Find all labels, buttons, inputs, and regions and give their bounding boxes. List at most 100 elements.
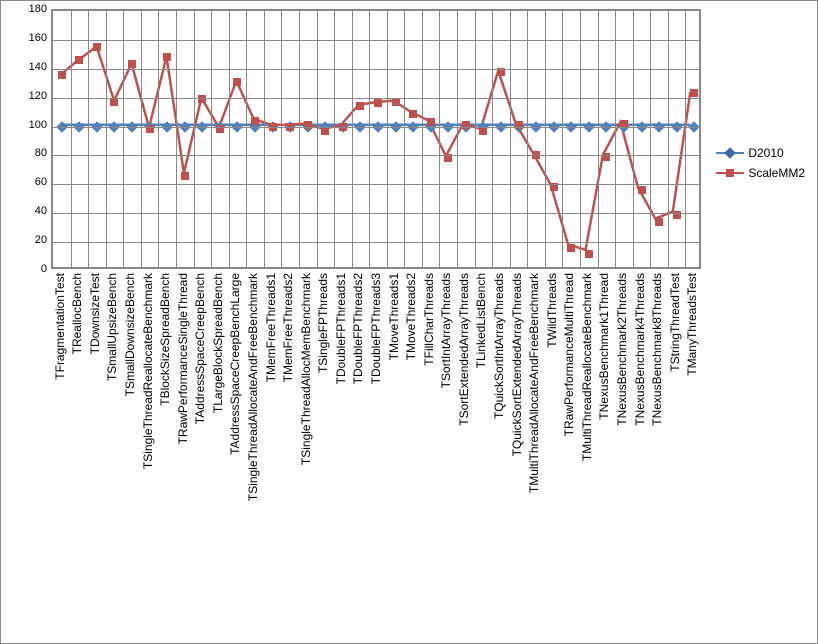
x-axis-tick: TMultiThreadReallocateBenchmark [580, 273, 594, 461]
square-icon [128, 60, 136, 68]
x-axis-tick: TSingleThreadAllocMemBenchmark [299, 273, 313, 465]
gridline-v [334, 11, 335, 267]
x-axis-tick: TFragmentationTest [53, 273, 67, 380]
gridline-v [369, 11, 370, 267]
gridline-v [158, 11, 159, 267]
square-icon [251, 117, 259, 125]
x-axis-tick: TSortExtendedArrayThreads [457, 273, 471, 426]
gridline-h [53, 98, 699, 99]
gridline-v [633, 11, 634, 267]
gridline-v [352, 11, 353, 267]
square-icon [585, 250, 593, 258]
x-axis-tick: TManyThreadsTest [685, 273, 699, 376]
gridline-h [53, 213, 699, 214]
x-axis-tick: TNexusBenchmark2Threads [615, 273, 629, 426]
x-axis-tick: TAddressSpaceCreepBench [193, 273, 207, 424]
square-icon [602, 153, 610, 161]
x-axis-tick: TMemFreeThreads1 [264, 273, 278, 382]
gridline-v [281, 11, 282, 267]
legend: D2010 ScaleMM2 [716, 146, 805, 186]
square-icon [304, 121, 312, 129]
gridline-h [53, 127, 699, 128]
gridline-v [439, 11, 440, 267]
square-icon [163, 53, 171, 61]
gridline-v [317, 11, 318, 267]
square-icon [58, 71, 66, 79]
series-lines [53, 11, 699, 267]
gridline-v [299, 11, 300, 267]
x-axis-tick: TSingleThreadReallocateBenchmark [141, 273, 155, 469]
gridline-h [53, 69, 699, 70]
x-axis-tick: TBlockSizeSpreadBench [158, 273, 172, 406]
gridline-v [527, 11, 528, 267]
x-axis-tick: TSmallUpsizeBench [105, 273, 119, 381]
y-axis-tick: 140 [21, 61, 47, 73]
x-axis-tick: TMultiThreadAllocateAndFreeBenchmark [527, 273, 541, 493]
y-axis-tick: 80 [21, 147, 47, 159]
gridline-v [141, 11, 142, 267]
square-icon [392, 98, 400, 106]
gridline-v [457, 11, 458, 267]
legend-label: D2010 [748, 146, 783, 160]
square-icon [690, 89, 698, 97]
square-icon [462, 121, 470, 129]
gridline-v [123, 11, 124, 267]
x-axis-tick: TDoubleFPThreads1 [334, 273, 348, 384]
square-icon [321, 127, 329, 135]
y-axis-tick: 100 [21, 119, 47, 131]
legend-item-d2010: D2010 [716, 146, 805, 160]
y-axis-tick: 0 [21, 263, 47, 275]
x-axis-tick: TLargeBlockSpreadBench [211, 273, 225, 413]
square-icon [374, 99, 382, 107]
x-axis-tick: TSingleFPThreads [316, 273, 330, 373]
square-icon [427, 118, 435, 126]
series-line-scalemm2 [62, 47, 691, 250]
legend-label: ScaleMM2 [748, 166, 805, 180]
gridline-v [387, 11, 388, 267]
x-axis-tick: TDoubleFPThreads3 [369, 273, 383, 384]
gridline-v [211, 11, 212, 267]
x-axis-tick: TSmallDownsizeBench [123, 273, 137, 396]
x-axis-tick: TNexusBenchmark8Threads [650, 273, 664, 426]
square-icon [181, 172, 189, 180]
gridline-v [580, 11, 581, 267]
plot-area [51, 9, 701, 269]
square-icon [233, 78, 241, 86]
gridline-h [53, 40, 699, 41]
x-axis-tick: TFillCharThreads [422, 273, 436, 366]
square-icon [638, 186, 646, 194]
gridline-h [53, 155, 699, 156]
square-icon [110, 98, 118, 106]
square-icon [93, 43, 101, 51]
gridline-h [53, 242, 699, 243]
square-icon [479, 127, 487, 135]
square-icon [356, 102, 364, 110]
legend-marker-d2010 [716, 146, 744, 160]
series-markers [53, 11, 699, 267]
y-axis-tick: 180 [21, 3, 47, 15]
gridline-v [71, 11, 72, 267]
gridline-v [668, 11, 669, 267]
legend-item-scalemm2: ScaleMM2 [716, 166, 805, 180]
gridline-v [598, 11, 599, 267]
gridline-v [88, 11, 89, 267]
square-icon [75, 56, 83, 64]
x-axis-tick: TMoveThreads2 [404, 273, 418, 360]
gridline-v [229, 11, 230, 267]
gridline-h [53, 184, 699, 185]
gridline-v [264, 11, 265, 267]
gridline-v [176, 11, 177, 267]
square-icon [673, 211, 681, 219]
gridline-v [475, 11, 476, 267]
gridline-v [685, 11, 686, 267]
x-axis-tick: TQuickSortIntArrayThreads [492, 273, 506, 419]
gridline-v [615, 11, 616, 267]
square-icon [198, 95, 206, 103]
x-axis-tick: TRawPerformanceMultiThread [562, 273, 576, 436]
gridline-v [562, 11, 563, 267]
x-axis-tick: TLinkedListBench [474, 273, 488, 368]
y-axis-tick: 20 [21, 234, 47, 246]
x-axis-tick: TWildThreads [545, 273, 559, 348]
square-icon [655, 218, 663, 226]
square-icon [515, 121, 523, 129]
